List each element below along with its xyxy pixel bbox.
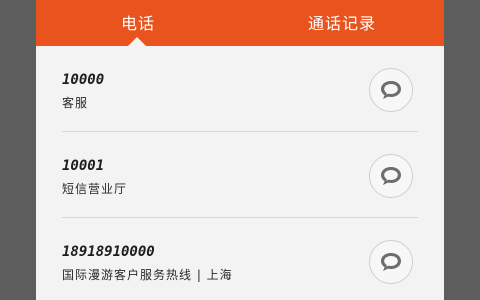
message-button[interactable] (369, 154, 413, 198)
phone-screen: 电话 通话记录 10000 客服 10001 短信营业厅 18918910000… (36, 0, 444, 300)
tab-call-log-label: 通话记录 (307, 14, 376, 33)
tab-phone-label: 电话 (120, 14, 155, 33)
contact-description: 短信营业厅 (62, 182, 128, 196)
active-tab-indicator (128, 37, 146, 46)
contact-number: 10001 (62, 158, 105, 174)
tab-bar: 电话 通话记录 (36, 0, 444, 46)
message-button[interactable] (369, 240, 413, 284)
message-button[interactable] (369, 68, 413, 112)
contact-number: 10000 (62, 72, 105, 88)
list-item[interactable]: 18918910000 国际漫游客户服务热线 | 上海 (36, 218, 444, 300)
speech-bubble-icon (381, 81, 401, 99)
contact-number: 18918910000 (62, 244, 155, 260)
list-item[interactable]: 10000 客服 (36, 46, 444, 132)
list-item[interactable]: 10001 短信营业厅 (36, 132, 444, 218)
contact-description: 客服 (62, 96, 89, 110)
tab-call-log[interactable]: 通话记录 (240, 0, 444, 46)
speech-bubble-icon (381, 253, 401, 271)
contact-description: 国际漫游客户服务热线 | 上海 (62, 268, 233, 282)
speech-bubble-icon (381, 167, 401, 185)
